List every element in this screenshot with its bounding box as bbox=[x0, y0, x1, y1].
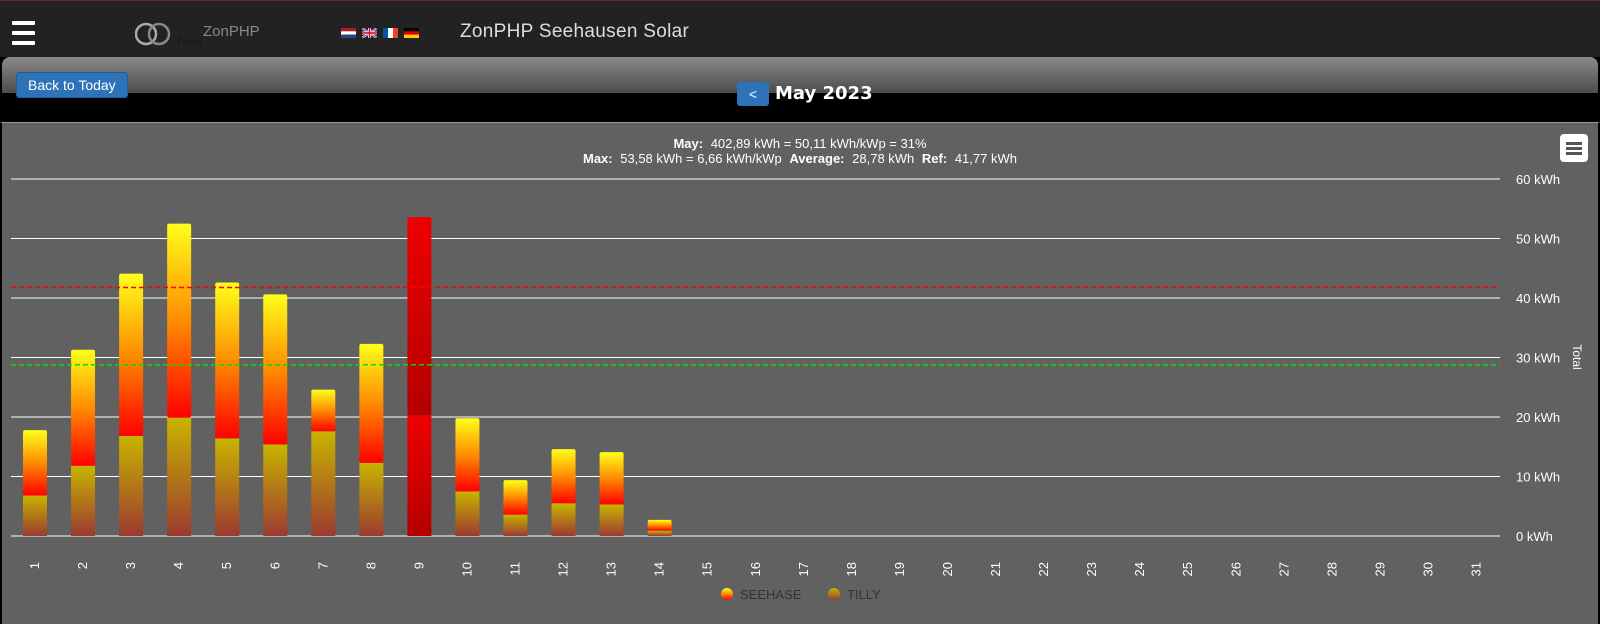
y-axis-labels: 0 kWh 10 kWh 20 kWh 30 kWh 40 kWh 50 kWh 60 kW… bbox=[1516, 172, 1560, 544]
x-tick-label-8: 8 bbox=[363, 562, 378, 569]
x-tick-label-20: 20 bbox=[940, 562, 955, 576]
x-tick-label-2: 2 bbox=[75, 562, 90, 569]
x-tick-label-30: 30 bbox=[1420, 562, 1435, 576]
x-tick-label-1: 1 bbox=[27, 562, 42, 569]
summary-ref-value: 41,77 kWh bbox=[955, 151, 1017, 166]
monthly-production-chart: May: 402,89 kWh = 50,11 kWh/kWp = 31% Ma… bbox=[11, 136, 1584, 602]
x-tick-label-22: 22 bbox=[1036, 562, 1051, 576]
bar-tilly-day-5 bbox=[215, 438, 240, 536]
bar-tilly-day-6 bbox=[263, 444, 288, 536]
summary-average-value: 28,78 kWh bbox=[852, 151, 914, 166]
bar-seehase-day-8 bbox=[359, 343, 384, 463]
bar-tilly-day-13 bbox=[599, 504, 624, 536]
summary-average-label: Average: bbox=[789, 151, 844, 166]
bar-seehase-day-3 bbox=[119, 273, 144, 437]
summary-month-label: May: bbox=[673, 136, 703, 151]
bar-tilly-day-2 bbox=[71, 465, 96, 536]
summary-month-value: 402,89 kWh = 50,11 kWh/kWp = 31% bbox=[711, 136, 927, 151]
x-tick-label-15: 15 bbox=[700, 562, 715, 576]
bar-tilly-day-7 bbox=[311, 431, 336, 536]
y-tick-label-20: 20 kWh bbox=[1516, 410, 1560, 425]
bar-tilly-day-11 bbox=[503, 514, 528, 536]
summary-line-1: May: 402,89 kWh = 50,11 kWh/kWp = 31% bbox=[673, 136, 927, 151]
x-tick-label-13: 13 bbox=[604, 562, 619, 576]
bar-seehase-day-6 bbox=[263, 294, 288, 445]
bar-tilly-day-3 bbox=[119, 436, 144, 536]
bar-seehase-day-9 bbox=[407, 217, 432, 416]
bar-seehase-day-7 bbox=[311, 389, 336, 432]
bar-seehase-day-14 bbox=[647, 519, 672, 531]
x-axis-labels: 1 2 3 4 5 6 7 8 9 10 11 12 13 14 15 16 17 18 19 20 21 22 23 24 2… bbox=[27, 562, 1484, 576]
x-tick-label-4: 4 bbox=[171, 562, 186, 569]
x-tick-label-18: 18 bbox=[844, 562, 859, 576]
x-tick-label-27: 27 bbox=[1276, 562, 1291, 576]
bar-tilly-day-14 bbox=[647, 530, 672, 536]
x-tick-label-11: 11 bbox=[508, 562, 523, 576]
bar-tilly-day-8 bbox=[359, 462, 384, 536]
x-tick-label-3: 3 bbox=[123, 562, 138, 569]
bar-seehase-day-5 bbox=[215, 282, 240, 439]
legend-tilly-marker[interactable] bbox=[828, 588, 840, 600]
x-tick-label-31: 31 bbox=[1469, 562, 1484, 576]
y-tick-label-60: 60 kWh bbox=[1516, 172, 1560, 187]
x-tick-label-21: 21 bbox=[988, 562, 1003, 576]
x-tick-label-5: 5 bbox=[219, 562, 234, 569]
bar-seehase-day-1 bbox=[23, 430, 47, 496]
x-tick-label-16: 16 bbox=[748, 562, 763, 576]
x-tick-label-26: 26 bbox=[1228, 562, 1243, 576]
bar-seehase-day-12 bbox=[551, 449, 576, 504]
x-tick-label-6: 6 bbox=[267, 562, 282, 569]
x-tick-label-9: 9 bbox=[411, 562, 426, 569]
y-tick-label-50: 50 kWh bbox=[1516, 232, 1560, 247]
bar-seehase-day-13 bbox=[599, 452, 624, 505]
legend-seehase-marker[interactable] bbox=[721, 588, 733, 600]
y-tick-label-10: 10 kWh bbox=[1516, 470, 1560, 485]
bar-tilly-day-1 bbox=[23, 495, 47, 536]
x-tick-label-7: 7 bbox=[315, 562, 330, 569]
legend-seehase-label[interactable]: SEEHASE bbox=[740, 587, 802, 602]
x-tick-label-29: 29 bbox=[1372, 562, 1387, 576]
summary-max-value: 53,58 kWh = 6,66 kWh/kWp bbox=[620, 151, 781, 166]
bar-tilly-day-9 bbox=[407, 415, 432, 536]
x-tick-label-25: 25 bbox=[1180, 562, 1195, 576]
x-tick-label-10: 10 bbox=[459, 562, 474, 576]
y-tick-label-30: 30 kWh bbox=[1516, 351, 1560, 366]
legend-tilly-label[interactable]: TILLY bbox=[847, 587, 881, 602]
x-tick-label-12: 12 bbox=[556, 562, 571, 576]
bar-series bbox=[23, 217, 672, 536]
y-axis-title: Total bbox=[1570, 344, 1584, 369]
bar-seehase-day-4 bbox=[167, 223, 192, 418]
x-tick-label-23: 23 bbox=[1084, 562, 1099, 576]
summary-line-2: Max: 53,58 kWh = 6,66 kWh/kWp Average: 2… bbox=[583, 151, 1017, 166]
bar-seehase-day-2 bbox=[71, 349, 96, 466]
chart-menu-icon[interactable] bbox=[1560, 134, 1588, 162]
x-tick-label-28: 28 bbox=[1324, 562, 1339, 576]
y-tick-label-40: 40 kWh bbox=[1516, 291, 1560, 306]
bar-tilly-day-4 bbox=[167, 417, 192, 536]
y-tick-label-0: 0 kWh bbox=[1516, 529, 1553, 544]
bar-seehase-day-11 bbox=[503, 480, 528, 515]
summary-ref-label: Ref: bbox=[922, 151, 947, 166]
bar-seehase-day-10 bbox=[455, 418, 480, 492]
chart-legend: SEEHASE TILLY bbox=[721, 587, 881, 602]
x-tick-label-14: 14 bbox=[652, 562, 667, 576]
bar-tilly-day-12 bbox=[551, 503, 576, 536]
bar-tilly-day-10 bbox=[455, 491, 480, 536]
summary-max-label: Max: bbox=[583, 151, 613, 166]
x-tick-label-24: 24 bbox=[1132, 562, 1147, 576]
x-tick-label-17: 17 bbox=[796, 562, 811, 576]
x-tick-label-19: 19 bbox=[892, 562, 907, 576]
